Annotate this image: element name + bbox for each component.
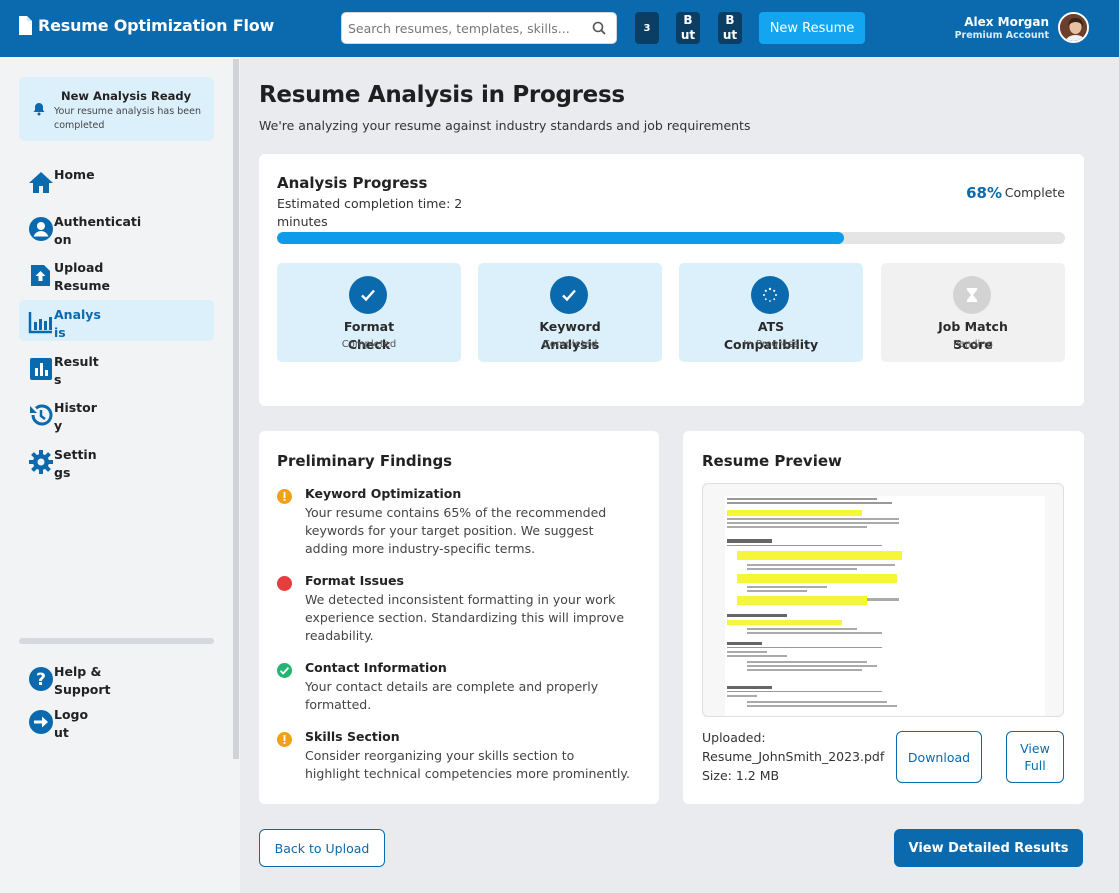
error-icon (277, 576, 292, 591)
sidebar-item-home[interactable]: Home (19, 160, 214, 201)
search-icon[interactable] (592, 21, 606, 35)
page-subtitle: We're analyzing your resume against indu… (259, 118, 751, 133)
notification-count-button[interactable]: 3 (635, 12, 659, 44)
finding-text: Your contact details are complete and pr… (305, 679, 599, 712)
sidebar-item-upload[interactable]: Upload Resume (19, 253, 214, 294)
step-status: Completed (341, 339, 397, 350)
file-meta: Uploaded: Resume_JohnSmith_2023.pdf Size… (702, 728, 884, 785)
sidebar-item-authentication[interactable]: Authentication (19, 207, 214, 248)
history-icon (30, 404, 53, 426)
resume-thumbnail (725, 496, 1045, 716)
progress-estimate: Estimated completion time: 2 minutes (277, 196, 463, 229)
sidebar-item-help[interactable]: ? Help & Support (19, 657, 214, 698)
analysis-icon (28, 312, 52, 334)
file-name: Resume_JohnSmith_2023.pdf (702, 749, 885, 764)
brand[interactable]: Resume Optimization Flow (18, 16, 274, 35)
check-icon (349, 276, 387, 314)
app-title: Resume Optimization Flow (38, 16, 275, 35)
spinner-icon (751, 276, 789, 314)
resume-preview-image[interactable] (702, 483, 1064, 717)
check-icon (277, 663, 292, 678)
resume-preview-card: Resume Preview Uploaded: Resume_JohnSmit… (683, 431, 1084, 804)
document-icon (19, 16, 32, 35)
search-box[interactable] (341, 12, 617, 44)
sidebar: New Analysis Ready Your resume analysis … (0, 57, 240, 893)
sidebar-item-label: Authentication (54, 214, 142, 247)
warning-icon (277, 489, 292, 504)
preview-title: Resume Preview (702, 452, 842, 470)
sidebar-divider (19, 638, 214, 644)
step-status: Pending (953, 339, 993, 350)
view-full-button[interactable]: View Full (1006, 731, 1064, 783)
step-format-check: Format Check Completed (277, 263, 461, 362)
findings-title: Preliminary Findings (277, 452, 453, 470)
progress-complete-label: Complete (1004, 185, 1065, 200)
sidebar-scrollbar[interactable] (233, 59, 239, 759)
new-resume-button[interactable]: New Resume (759, 12, 865, 44)
sidebar-item-label: Home (54, 167, 95, 182)
sidebar-item-label: Results (54, 354, 99, 387)
top-header: Resume Optimization Flow 3 B ut B ut New… (0, 0, 1119, 57)
hourglass-icon (953, 276, 991, 314)
step-status: In Progress (743, 339, 799, 350)
user-plan: Premium Account (954, 30, 1049, 41)
step-job-match-score: Job Match Score Pending (881, 263, 1065, 362)
header-button-3[interactable]: B ut (718, 12, 742, 44)
help-icon: ? (29, 667, 53, 691)
finding-title: Skills Section (305, 729, 400, 744)
home-icon (29, 172, 53, 193)
svg-text:?: ? (36, 670, 46, 690)
page-title: Resume Analysis in Progress (259, 82, 625, 108)
avatar-image (1060, 14, 1087, 41)
sidebar-item-label: Analysis (54, 307, 101, 340)
step-ats-compatibility: ATS Compatibility In Progress (679, 263, 863, 362)
view-detailed-results-button[interactable]: View Detailed Results (894, 829, 1083, 867)
sidebar-item-label: Help & Support (54, 664, 111, 697)
progress-bar-fill (277, 232, 845, 244)
download-button[interactable]: Download (896, 731, 982, 783)
check-icon (550, 276, 588, 314)
analysis-progress-card: Analysis Progress Estimated completion t… (259, 154, 1084, 406)
sidebar-item-label: Settings (54, 447, 97, 480)
finding-title: Keyword Optimization (305, 486, 462, 501)
findings-card: Preliminary Findings Keyword Optimizatio… (259, 431, 659, 804)
header-button-2[interactable]: B ut (676, 12, 700, 44)
sidebar-item-label: Upload Resume (54, 260, 110, 293)
sidebar-item-results[interactable]: Results (19, 347, 214, 388)
analysis-notification[interactable]: New Analysis Ready Your resume analysis … (19, 77, 214, 141)
progress-percent: 68% (966, 184, 1002, 202)
progress-bar (277, 232, 1065, 244)
file-size: Size: 1.2 MB (702, 768, 780, 783)
sidebar-item-logout[interactable]: Logout (19, 700, 214, 741)
finding-title: Format Issues (305, 573, 404, 588)
upload-icon (31, 265, 50, 286)
warning-icon (277, 732, 292, 747)
sidebar-item-settings[interactable]: Settings (19, 440, 214, 481)
finding-text: We detected inconsistent formatting in y… (305, 592, 625, 643)
search-input[interactable] (342, 20, 582, 36)
avatar[interactable] (1058, 12, 1089, 43)
user-icon (29, 217, 53, 241)
finding-text: Consider reorganizing your skills sectio… (305, 748, 630, 781)
step-keyword-analysis: Keyword Analysis Completed (478, 263, 662, 362)
user-info[interactable]: Alex Morgan Premium Account (955, 15, 1049, 41)
gear-icon (29, 450, 53, 474)
bell-icon (33, 103, 45, 116)
sidebar-item-analysis[interactable]: Analysis (19, 300, 214, 341)
finding-title: Contact Information (305, 660, 447, 675)
user-name: Alex Morgan (964, 15, 1049, 29)
sidebar-item-history[interactable]: History (19, 393, 214, 434)
uploaded-label: Uploaded: (702, 730, 766, 745)
sidebar-item-label: Logout (54, 707, 89, 740)
progress-title: Analysis Progress (277, 174, 428, 192)
sidebar-item-label: History (54, 400, 97, 433)
back-to-upload-button[interactable]: Back to Upload (259, 829, 385, 867)
notification-title: New Analysis Ready (61, 89, 192, 103)
finding-text: Your resume contains 65% of the recommen… (305, 505, 607, 556)
notification-text: Your resume analysis has been completed (54, 106, 201, 131)
logout-icon (29, 710, 53, 734)
step-status: Completed (542, 339, 598, 350)
results-icon (30, 358, 52, 380)
